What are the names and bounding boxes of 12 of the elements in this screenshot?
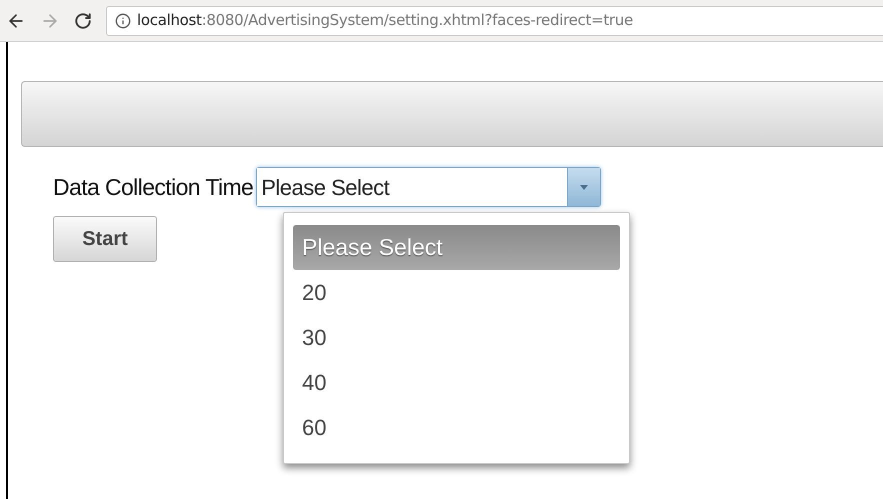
address-field[interactable]: localhost:8080/AdvertisingSystem/setting.xhtml?faces-redirect=true xyxy=(106,6,883,36)
time-select[interactable]: Please Select xyxy=(256,167,602,207)
start-button[interactable]: Start xyxy=(53,216,157,262)
dropdown-option[interactable]: 40 xyxy=(293,360,620,405)
field-label: Data Collection Time xyxy=(53,172,254,202)
dropdown-option[interactable]: 30 xyxy=(293,315,620,360)
caret-icon xyxy=(580,184,588,190)
reload-icon[interactable] xyxy=(74,12,92,30)
info-icon[interactable] xyxy=(115,12,131,28)
url-text: localhost:8080/AdvertisingSystem/setting.xhtml?faces-redirect=true xyxy=(137,10,633,32)
dropdown-option[interactable]: 60 xyxy=(293,405,620,450)
dropdown-option[interactable]: 20 xyxy=(293,270,620,315)
